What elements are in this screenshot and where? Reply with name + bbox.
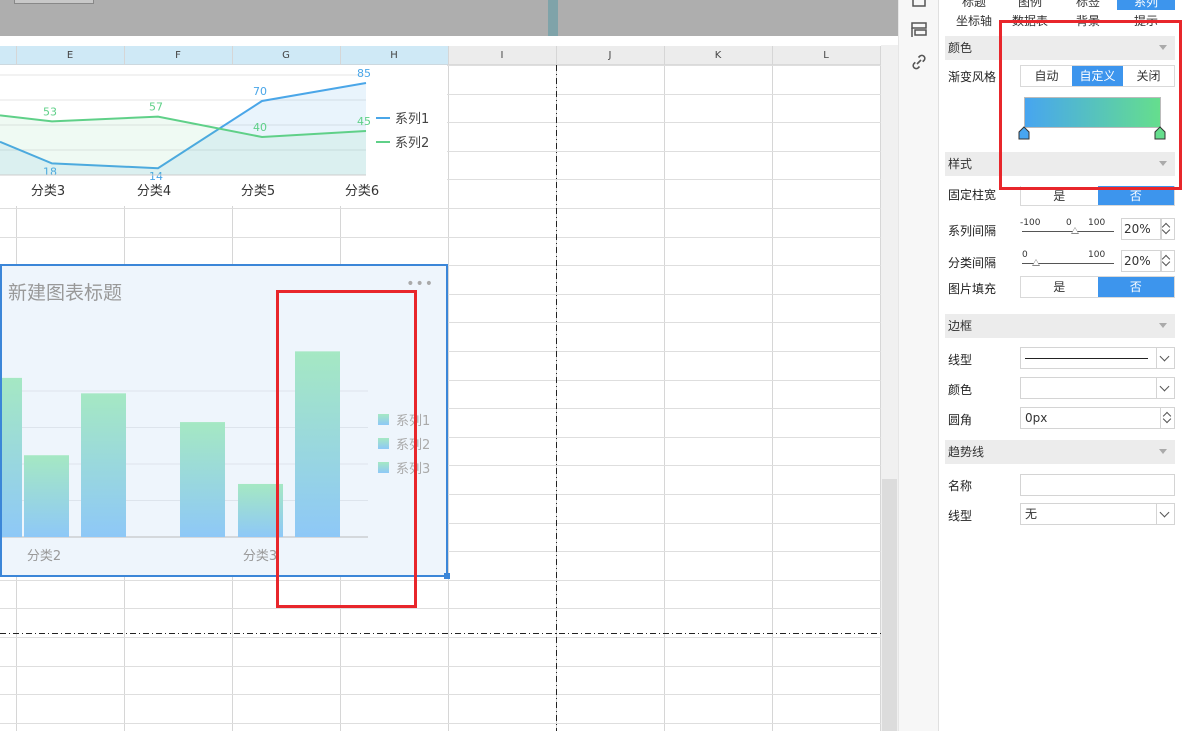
category-gap-value: 20% (1124, 254, 1151, 268)
trendline-line-type-label: 线型 (948, 509, 973, 523)
trendline-line-type-value: 无 (1025, 507, 1038, 521)
corner-radius-spinner[interactable] (1160, 408, 1174, 428)
corner-radius-value: 0px (1025, 411, 1048, 425)
tab-label[interactable]: 标签 (1059, 0, 1117, 10)
column-header-f[interactable]: F (124, 46, 232, 65)
category-gap-tick-max: 100 (1088, 250, 1106, 260)
category-label: 分类6 (345, 184, 379, 199)
layout-icon[interactable] (909, 20, 929, 40)
series-gap-label: 系列间隔 (948, 224, 997, 238)
bar-分类3-系列1 (180, 422, 225, 537)
border-line-type-select[interactable] (1020, 347, 1175, 369)
tab-title[interactable]: 标题 (945, 0, 1003, 10)
resize-handle[interactable] (444, 573, 450, 579)
bar-分类2-系列1 (2, 377, 22, 537)
data-label: 53 (43, 105, 57, 118)
column-header-l[interactable]: L (772, 46, 880, 65)
data-label: 45 (357, 115, 371, 128)
category-gap-tick-min: 0 (1022, 250, 1028, 260)
corner-radius-label: 圆角 (948, 413, 973, 427)
highlight-box-panel (999, 20, 1182, 190)
category-label: 分类2 (27, 549, 61, 564)
column-header-g[interactable]: G (232, 46, 340, 65)
border-color-select[interactable] (1020, 377, 1175, 399)
corner-radius-input[interactable]: 0px (1020, 407, 1175, 429)
image-fill-yes[interactable]: 是 (1021, 277, 1098, 297)
link-icon[interactable] (909, 52, 929, 72)
highlight-box-bar (276, 290, 417, 608)
section-style-label: 样式 (948, 157, 973, 171)
section-border-label: 边框 (948, 319, 973, 333)
section-trendline-label: 趋势线 (948, 445, 985, 459)
category-label: 分类3 (31, 184, 65, 199)
legend-label: 系列2 (395, 136, 429, 151)
fixed-width-label: 固定柱宽 (948, 188, 997, 202)
section-border[interactable]: 边框 (945, 314, 1175, 338)
column-header-h[interactable]: H (340, 46, 448, 65)
series-gap-track (1022, 231, 1114, 232)
trendline-name-label: 名称 (948, 479, 973, 493)
section-trendline[interactable]: 趋势线 (945, 440, 1175, 464)
series-gap-value: 20% (1124, 222, 1151, 236)
chevron-down-icon[interactable] (1156, 348, 1174, 368)
data-label: 70 (253, 85, 267, 98)
category-gap-input[interactable]: 20% (1121, 250, 1161, 272)
border-line-type-label: 线型 (948, 353, 973, 367)
series-gap-tick-min: -100 (1020, 218, 1041, 228)
category-label: 分类3 (243, 549, 277, 564)
line-chart[interactable]: 18 14 70 85 53 57 40 45 分类3 分类4 分类5 分类6 系列1 系列2 (0, 65, 447, 206)
line-chart-canvas: 18 14708553 5740 45分类3 分类4 分类5 分类6系列1系列2 (0, 65, 447, 206)
collapse-arrow-icon[interactable] (1159, 449, 1167, 454)
series-gap-tick-max: 100 (1088, 218, 1106, 228)
collapse-arrow-icon[interactable] (1159, 323, 1167, 328)
gradient-style-label: 渐变风格 (948, 70, 997, 84)
border-color-label: 颜色 (948, 383, 973, 397)
toolbar-strip (0, 0, 898, 36)
trendline-line-type-select[interactable]: 无 (1020, 503, 1175, 525)
series-gap-spinner[interactable] (1161, 218, 1175, 240)
image-fill-no[interactable]: 否 (1097, 277, 1174, 297)
image-fill-label: 图片填充 (948, 282, 997, 296)
category-label: 分类5 (241, 184, 275, 199)
bar-分类2-系列3 (81, 393, 126, 537)
tab-legend[interactable]: 图例 (1001, 0, 1059, 10)
category-gap-knob[interactable] (1032, 259, 1040, 266)
image-fill-toggle[interactable]: 是 否 (1020, 276, 1175, 298)
scrollbar-thumb[interactable] (882, 479, 897, 731)
line-style-preview (1025, 358, 1148, 359)
tab-axis[interactable]: 坐标轴 (945, 15, 1003, 30)
column-header-j[interactable]: J (556, 46, 664, 65)
chevron-down-icon[interactable] (1156, 504, 1174, 524)
bar-分类2-系列2 (24, 455, 69, 537)
toolbar-field-edge[interactable] (14, 0, 94, 4)
toolbar-scroll-segment (548, 0, 558, 36)
chevron-down-icon[interactable] (1156, 378, 1174, 398)
icon-rail (898, 0, 938, 731)
tab-series[interactable]: 系列 (1117, 0, 1175, 10)
category-label: 分类4 (137, 184, 171, 199)
series-gap-slider[interactable]: -100 0 100 (1020, 218, 1114, 240)
section-color-label: 颜色 (948, 41, 973, 55)
category-gap-label: 分类间隔 (948, 256, 997, 270)
cell-icon[interactable] (909, 0, 929, 14)
category-gap-spinner[interactable] (1161, 250, 1175, 272)
column-header-k[interactable]: K (664, 46, 772, 65)
legend-label: 系列1 (395, 112, 429, 127)
column-header-e[interactable]: E (16, 46, 124, 65)
series-gap-input[interactable]: 20% (1121, 218, 1161, 240)
data-label: 57 (149, 101, 163, 114)
vertical-scrollbar[interactable] (881, 45, 898, 731)
category-gap-slider[interactable]: 0 100 (1022, 250, 1114, 272)
data-label: 40 (253, 121, 267, 134)
trendline-name-input[interactable] (1020, 474, 1175, 496)
series-gap-knob[interactable] (1070, 227, 1079, 234)
column-header-i[interactable]: I (448, 46, 556, 65)
data-label: 85 (357, 67, 371, 80)
spreadsheet[interactable]: E F G H I J K L 18 14 70 85 53 57 40 45 分类3 分类4 分类… (0, 36, 898, 731)
